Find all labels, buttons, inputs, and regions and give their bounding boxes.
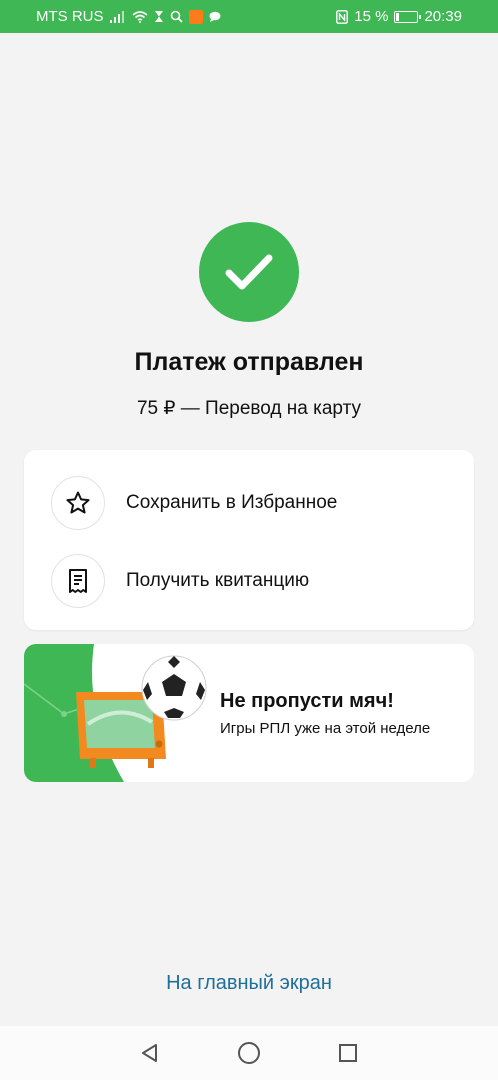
promo-banner[interactable]: Не пропусти мяч! Игры РПЛ уже на этой не…: [24, 644, 474, 782]
get-receipt-label: Получить квитанцию: [126, 570, 310, 591]
actions-card: Сохранить в Избранное Получить квитанцию: [24, 450, 474, 630]
chat-icon: [209, 11, 221, 22]
status-bar: MTS RUS 15 % 20:39: [0, 0, 498, 33]
hourglass-icon: [154, 10, 164, 23]
clock: 20:39: [424, 8, 462, 25]
page-title: Платеж отправлен: [134, 348, 364, 376]
status-left: MTS RUS: [36, 8, 221, 25]
save-to-favorites-button[interactable]: Сохранить в Избранное: [24, 463, 474, 543]
status-right: 15 % 20:39: [336, 8, 462, 25]
search-icon: [170, 10, 183, 23]
battery-icon: [394, 10, 422, 23]
carrier-label: MTS RUS: [36, 8, 104, 25]
star-icon: [51, 476, 105, 530]
checkmark-icon: [225, 254, 273, 290]
success-indicator: [199, 222, 299, 322]
save-to-favorites-label: Сохранить в Избранное: [126, 492, 338, 513]
home-screen-link[interactable]: На главный экран: [0, 972, 498, 995]
battery-percent: 15 %: [354, 8, 389, 25]
battery-fill: [396, 12, 400, 21]
app-notification-icon: [188, 9, 203, 24]
wifi-icon: [131, 10, 148, 23]
payment-summary: 75 ₽ — Перевод на карту: [136, 398, 361, 419]
back-icon[interactable]: [130, 1033, 170, 1073]
get-receipt-button[interactable]: Получить квитанцию: [24, 541, 474, 621]
promo-text: Игры РПЛ уже на этой неделе: [220, 720, 431, 737]
system-nav-bar: [0, 1026, 498, 1080]
recents-icon[interactable]: [328, 1033, 368, 1073]
nfc-icon: [336, 9, 349, 24]
receipt-icon: [51, 554, 105, 608]
home-icon[interactable]: [229, 1033, 269, 1073]
signal-icon: [109, 10, 126, 23]
promo-title: Не пропусти мяч!: [220, 690, 394, 712]
football-tv-illustration: [24, 644, 207, 782]
